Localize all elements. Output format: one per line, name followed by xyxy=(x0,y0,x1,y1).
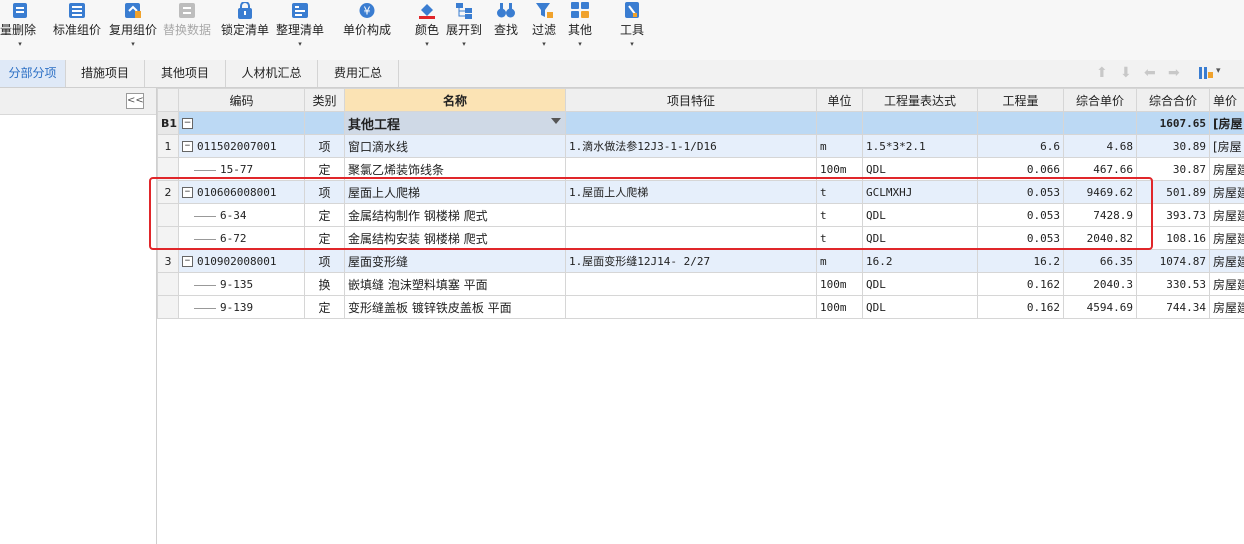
col-header-name[interactable]: 名称 xyxy=(344,88,566,112)
binoculars-icon xyxy=(497,3,515,18)
find-button[interactable]: 查找 xyxy=(490,0,522,58)
table-row[interactable]: 3 −010902008001 项 屋面变形缝 1.屋面变形缝12J14- 2/… xyxy=(157,249,1244,273)
tree-expand-icon xyxy=(456,3,472,19)
tools-button[interactable]: 工具 ▾ xyxy=(614,0,650,58)
table-row[interactable]: 15-77 定 聚氯乙烯装饰线条 100m QDL 0.066 467.66 3… xyxy=(157,157,1244,181)
col-header-unit-price[interactable]: 单价 xyxy=(1209,88,1244,112)
arrow-down-icon[interactable]: ⬇ xyxy=(1120,65,1132,81)
ribbon-toolbar: 量删除 ▾ 标准组价 复用组价 ▾ 替换数据 锁定清单 整理清单 ▾ ¥ 单价构… xyxy=(0,0,1244,61)
reuse-icon xyxy=(125,3,141,18)
tab-other-items[interactable]: 其他项目 xyxy=(145,60,226,87)
table-row[interactable]: 6-34 定 金属结构制作 钢楼梯 爬式 t QDL 0.053 7428.9 … xyxy=(157,203,1244,227)
collapse-panel-button[interactable]: << xyxy=(126,93,144,109)
arrow-right-icon[interactable]: ➡ xyxy=(1168,65,1180,81)
arrow-left-icon[interactable]: ⬅ xyxy=(1144,65,1156,81)
table-row[interactable]: 1 −011502007001 项 窗口滴水线 1.滴水做法参12J3-1-1/… xyxy=(157,134,1244,158)
column-settings-icon[interactable] xyxy=(1198,65,1214,81)
table-row[interactable]: 9-135 换 嵌填缝 泡沫塑料填塞 平面 100m QDL 0.162 204… xyxy=(157,272,1244,296)
col-header-total[interactable]: 综合合价 xyxy=(1136,88,1210,112)
col-header-feature[interactable]: 项目特征 xyxy=(565,88,817,112)
organize-icon xyxy=(292,3,308,18)
replace-icon xyxy=(179,3,195,18)
tools-icon xyxy=(625,2,639,18)
tab-cost-summary[interactable]: 费用汇总 xyxy=(318,60,399,87)
other-button[interactable]: 其他 ▾ xyxy=(564,0,596,58)
grid-icon xyxy=(571,2,589,18)
unit-price-composition-button[interactable]: ¥ 单价构成 xyxy=(338,0,396,58)
collapse-toggle[interactable]: − xyxy=(182,256,193,267)
collapse-toggle[interactable]: − xyxy=(182,118,193,129)
lock-icon xyxy=(238,2,252,19)
replace-data-button[interactable]: 替换数据 xyxy=(160,0,214,58)
collapse-toggle[interactable]: − xyxy=(182,141,193,152)
tab-sub-items[interactable]: 分部分项 xyxy=(0,60,66,87)
col-header-type[interactable]: 类别 xyxy=(304,88,345,112)
header-row: 编码 类别 名称 项目特征 单位 工程量表达式 工程量 综合单价 综合合价 单价 xyxy=(157,88,1244,112)
filter-icon xyxy=(536,3,553,18)
section-name-cell[interactable]: 其他工程 xyxy=(344,111,566,135)
col-header-price[interactable]: 综合单价 xyxy=(1063,88,1137,112)
delete-icon xyxy=(13,3,27,18)
standard-pricing-button[interactable]: 标准组价 xyxy=(50,0,104,58)
col-header-qty[interactable]: 工程量 xyxy=(977,88,1064,112)
table-row[interactable]: 2 −010606008001 项 屋面上人爬梯 1.屋面上人爬梯 t GCLM… xyxy=(157,180,1244,204)
chevron-down-icon[interactable]: ▾ xyxy=(1216,66,1221,76)
tab-measures[interactable]: 措施项目 xyxy=(66,60,145,87)
bill-grid: 编码 类别 名称 项目特征 单位 工程量表达式 工程量 综合单价 综合合价 单价… xyxy=(157,88,1244,544)
tab-bar: 分部分项 措施项目 其他项目 人材机汇总 费用汇总 ⬆ ⬇ ⬅ ➡ ▾ xyxy=(0,60,1244,88)
table-row[interactable]: 6-72 定 金属结构安装 钢楼梯 爬式 t QDL 0.053 2040.82… xyxy=(157,226,1244,250)
tab-labor-materials[interactable]: 人材机汇总 xyxy=(226,60,318,87)
svg-text:¥: ¥ xyxy=(364,5,371,18)
col-header-unit[interactable]: 单位 xyxy=(816,88,863,112)
row-nav-arrows: ⬆ ⬇ ⬅ ➡ ▾ xyxy=(1094,60,1244,87)
collapse-toggle[interactable]: − xyxy=(182,187,193,198)
bill-table: 编码 类别 名称 项目特征 单位 工程量表达式 工程量 综合单价 综合合价 单价… xyxy=(157,88,1244,319)
table-row[interactable]: 9-139 定 变形缝盖板 镀锌铁皮盖板 平面 100m QDL 0.162 4… xyxy=(157,295,1244,319)
reuse-pricing-button[interactable]: 复用组价 ▾ xyxy=(106,0,160,58)
batch-delete-button[interactable]: 量删除 ▾ xyxy=(0,0,40,58)
arrow-up-icon[interactable]: ⬆ xyxy=(1096,65,1108,81)
filter-button[interactable]: 过滤 ▾ xyxy=(528,0,560,58)
yen-coin-icon: ¥ xyxy=(359,3,375,18)
section-row[interactable]: B1 − 其他工程 1607.65 [房屋 xyxy=(157,111,1244,135)
paint-bucket-icon xyxy=(419,4,435,19)
lock-list-button[interactable]: 锁定清单 xyxy=(218,0,272,58)
list-icon xyxy=(69,3,85,18)
expand-to-button[interactable]: 展开到 ▾ xyxy=(444,0,484,58)
organize-list-button[interactable]: 整理清单 ▾ xyxy=(273,0,327,58)
left-tree-panel: << xyxy=(0,88,157,544)
dropdown-arrow-icon[interactable] xyxy=(551,118,561,124)
color-button[interactable]: 颜色 ▾ xyxy=(410,0,444,58)
col-header-code[interactable]: 编码 xyxy=(178,88,305,112)
col-header-expr[interactable]: 工程量表达式 xyxy=(862,88,978,112)
